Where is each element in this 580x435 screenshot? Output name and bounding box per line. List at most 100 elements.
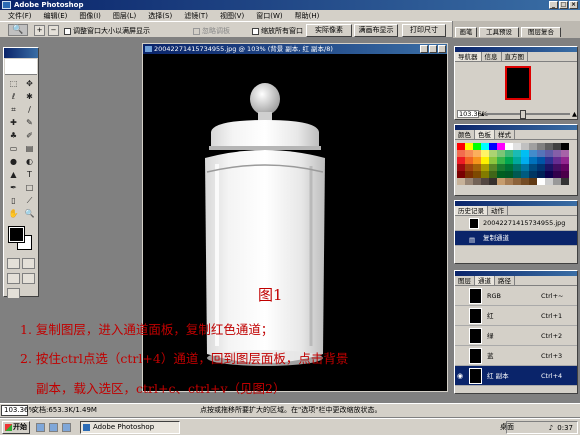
maximize-button[interactable]: □ — [559, 1, 568, 9]
menu-image[interactable]: 图像(I) — [79, 11, 101, 21]
history-state-row[interactable]: ▤ 复制通道 — [455, 231, 577, 246]
color-swatch[interactable] — [457, 178, 465, 185]
doc-maximize-button[interactable] — [429, 45, 437, 53]
tab-paths[interactable]: 路径 — [495, 276, 515, 285]
color-swatch[interactable] — [465, 157, 473, 164]
color-swatch[interactable] — [537, 150, 545, 157]
clone-stamp-icon[interactable]: ♣ — [6, 130, 21, 142]
color-swatch[interactable] — [529, 178, 537, 185]
tab-channels[interactable]: 通道 — [475, 276, 495, 285]
color-swatch[interactable] — [457, 171, 465, 178]
color-swatch[interactable] — [473, 157, 481, 164]
document-titlebar[interactable]: 20042271415734955.jpg @ 103% (背景 副本, 红 副… — [143, 44, 447, 54]
color-swatch[interactable] — [489, 171, 497, 178]
zoom-in-small-icon[interactable]: ▲ — [572, 110, 577, 118]
color-swatch[interactable] — [489, 143, 497, 150]
color-swatch[interactable] — [465, 171, 473, 178]
color-swatch[interactable] — [545, 150, 553, 157]
color-swatch[interactable] — [505, 150, 513, 157]
color-swatch[interactable] — [545, 157, 553, 164]
color-swatch[interactable] — [545, 143, 553, 150]
color-swatch[interactable] — [505, 164, 513, 171]
move-tool-icon[interactable]: ✥ — [22, 78, 37, 90]
color-swatch[interactable] — [529, 157, 537, 164]
color-swatch[interactable] — [521, 171, 529, 178]
slice-tool-icon[interactable]: ∕ — [22, 104, 37, 116]
zoom-in-icon[interactable]: + — [34, 25, 45, 36]
eye-icon[interactable]: ◉ — [457, 372, 465, 380]
magic-wand-tool-icon[interactable]: ✱ — [22, 91, 37, 103]
color-swatch[interactable] — [553, 150, 561, 157]
color-swatch[interactable] — [561, 178, 569, 185]
gradient-tool-icon[interactable]: ▤ — [22, 143, 37, 155]
channel-row-rgb[interactable]: RGB Ctrl+~ — [455, 286, 577, 306]
color-swatch[interactable] — [505, 143, 513, 150]
color-swatch[interactable] — [505, 171, 513, 178]
standard-mode-button[interactable] — [7, 258, 20, 269]
ie-quicklaunch-icon[interactable] — [36, 423, 45, 432]
navigator-zoom-field[interactable]: 103.36% — [457, 109, 488, 118]
zoom-out-small-icon[interactable]: ▴ — [481, 110, 484, 118]
tab-history[interactable]: 历史记录 — [455, 206, 488, 215]
color-swatch[interactable] — [561, 143, 569, 150]
navigator-thumbnail[interactable] — [505, 66, 531, 100]
color-swatch[interactable] — [497, 164, 505, 171]
color-swatch[interactable] — [481, 150, 489, 157]
color-swatch[interactable] — [481, 164, 489, 171]
color-swatch[interactable] — [545, 164, 553, 171]
color-swatch[interactable] — [529, 164, 537, 171]
color-swatch[interactable] — [529, 143, 537, 150]
color-swatch[interactable] — [553, 178, 561, 185]
color-swatch[interactable] — [537, 164, 545, 171]
menu-edit[interactable]: 编辑(E) — [44, 11, 68, 21]
marquee-tool-icon[interactable]: ⬚ — [6, 78, 21, 90]
color-swatch[interactable] — [505, 178, 513, 185]
history-snapshot-row[interactable]: 20042271415734955.jpg — [455, 216, 577, 231]
tab-info[interactable]: 信息 — [482, 52, 502, 61]
history-brush-icon[interactable]: ✐ — [22, 130, 37, 142]
navigator-zoom-slider[interactable] — [486, 109, 570, 119]
color-swatch[interactable] — [553, 171, 561, 178]
color-swatch[interactable] — [529, 171, 537, 178]
color-swatch[interactable] — [513, 178, 521, 185]
pen-tool-icon[interactable]: ✒ — [6, 182, 21, 194]
color-swatch[interactable] — [457, 157, 465, 164]
color-swatch[interactable] — [561, 150, 569, 157]
color-swatch[interactable] — [513, 171, 521, 178]
resize-windows-checkbox[interactable]: 调整窗口大小以满屏显示 — [64, 26, 150, 36]
menu-window[interactable]: 窗口(W) — [256, 11, 282, 21]
color-swatch[interactable] — [489, 164, 497, 171]
tab-layers[interactable]: 图层 — [455, 276, 475, 285]
channel-row-red[interactable]: 红 Ctrl+1 — [455, 306, 577, 326]
color-swatch[interactable] — [513, 164, 521, 171]
visibility-toggle[interactable] — [457, 312, 465, 320]
color-swatch[interactable] — [521, 150, 529, 157]
image-canvas[interactable]: 图1 — [143, 54, 447, 391]
quick-mask-mode-button[interactable] — [22, 258, 35, 269]
status-zoom-field[interactable]: 103.36% — [1, 405, 35, 416]
menu-file[interactable]: 文件(F) — [8, 11, 32, 21]
color-swatch[interactable] — [497, 157, 505, 164]
color-swatch[interactable] — [513, 157, 521, 164]
visibility-toggle[interactable] — [457, 352, 465, 360]
dodge-tool-icon[interactable]: ◐ — [22, 156, 37, 168]
taskbar-photoshop-button[interactable]: Adobe Photoshop — [80, 421, 180, 434]
start-button[interactable]: 开始 — [2, 421, 30, 434]
media-quicklaunch-icon[interactable] — [62, 423, 71, 432]
document-size-info[interactable]: 文档:653.3K/1.49M — [32, 404, 97, 417]
volume-icon[interactable]: ♪ — [549, 424, 553, 432]
tab-color[interactable]: 颜色 — [455, 130, 475, 139]
tab-swatches[interactable]: 色板 — [475, 130, 495, 139]
color-swatch[interactable] — [489, 178, 497, 185]
color-swatch[interactable] — [481, 171, 489, 178]
color-swatch[interactable] — [545, 178, 553, 185]
color-swatch[interactable] — [489, 150, 497, 157]
color-swatch[interactable] — [489, 157, 497, 164]
visibility-toggle[interactable] — [457, 292, 465, 300]
color-swatch[interactable] — [497, 171, 505, 178]
color-swatch[interactable] — [481, 143, 489, 150]
color-swatch[interactable] — [465, 178, 473, 185]
clock[interactable]: 0:37 — [557, 424, 573, 432]
color-swatch[interactable] — [481, 178, 489, 185]
notes-tool-icon[interactable]: ▯ — [6, 195, 21, 207]
